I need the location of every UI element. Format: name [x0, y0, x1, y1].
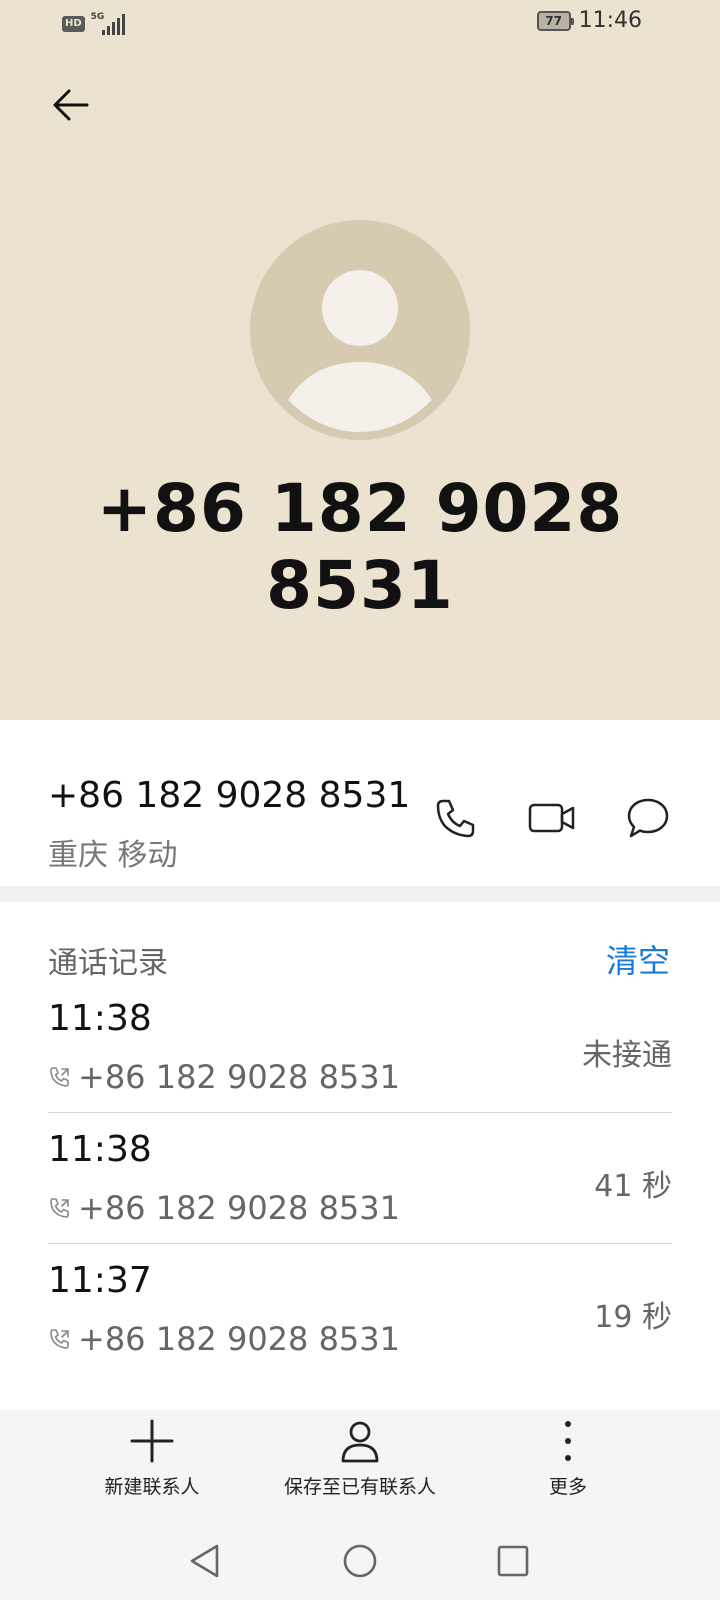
status-bar-right: 77 11:46 — [536, 8, 642, 33]
call-number: +86 182 9028 8531 — [78, 1320, 400, 1358]
nav-recents-icon — [497, 1545, 529, 1577]
section-separator — [0, 886, 720, 902]
call-number: +86 182 9028 8531 — [78, 1058, 400, 1096]
more-label: 更多 — [548, 1476, 587, 1498]
plus-icon — [130, 1419, 174, 1463]
avatar — [250, 220, 470, 440]
nav-home-icon — [343, 1544, 377, 1578]
more-vertical-icon — [565, 1421, 571, 1461]
number-location: 重庆 移动 — [48, 838, 178, 873]
message-icon — [627, 798, 669, 838]
outgoing-call-icon — [50, 1198, 69, 1218]
back-button[interactable] — [46, 80, 96, 130]
back-arrow-icon — [53, 89, 89, 121]
outgoing-call-icon — [50, 1067, 69, 1087]
status-time: 11:46 — [578, 8, 642, 33]
call-number-row: +86 182 9028 8531 — [48, 1058, 400, 1096]
nav-back-icon — [190, 1544, 219, 1578]
new-contact-label: 新建联系人 — [104, 1476, 200, 1498]
more-button[interactable]: 更多 — [528, 1418, 608, 1499]
call-time: 11:38 — [48, 1129, 152, 1170]
video-call-button[interactable] — [520, 786, 584, 850]
call-log-title: 通话记录 — [48, 946, 168, 981]
save-to-existing-contact-button[interactable]: 保存至已有联系人 — [270, 1418, 450, 1499]
status-bar-left: HD 5G — [62, 12, 131, 36]
call-log-item[interactable]: 11:38 +86 182 9028 8531 未接通 — [48, 982, 672, 1112]
header-phone-number: +86 182 9028 8531 — [96, 470, 624, 624]
nav-home-button[interactable] — [335, 1536, 385, 1586]
save-to-existing-contact-label: 保存至已有联系人 — [283, 1476, 436, 1498]
call-log-item[interactable]: 11:38 +86 182 9028 8531 41 秒 — [48, 1113, 672, 1243]
call-number: +86 182 9028 8531 — [78, 1189, 400, 1227]
outgoing-call-icon — [50, 1329, 69, 1349]
phone-icon — [436, 799, 475, 838]
new-contact-button[interactable]: 新建联系人 — [90, 1418, 214, 1499]
nav-recents-button[interactable] — [488, 1536, 538, 1586]
battery-level: 77 — [545, 13, 562, 28]
signal-icon: 5G — [91, 12, 131, 36]
call-button[interactable] — [424, 786, 488, 850]
call-status: 未接通 — [582, 1038, 672, 1073]
avatar-person-icon — [288, 270, 432, 432]
call-time: 11:37 — [48, 1260, 152, 1301]
battery-icon: 77 — [536, 10, 574, 31]
clear-call-log-button[interactable]: 清空 — [606, 936, 670, 982]
message-button[interactable] — [616, 786, 680, 850]
call-duration: 19 秒 — [594, 1300, 672, 1335]
call-number-row: +86 182 9028 8531 — [48, 1189, 400, 1227]
call-number-row: +86 182 9028 8531 — [48, 1320, 400, 1358]
phone-number[interactable]: +86 182 9028 8531 — [48, 775, 410, 816]
nav-back-button[interactable] — [180, 1536, 230, 1586]
call-duration: 41 秒 — [594, 1169, 672, 1204]
call-log-item[interactable]: 11:37 +86 182 9028 8531 19 秒 — [48, 1244, 672, 1374]
hd-badge: HD — [62, 16, 85, 32]
person-icon — [341, 1421, 379, 1463]
video-call-icon — [528, 803, 575, 833]
call-time: 11:38 — [48, 998, 152, 1039]
